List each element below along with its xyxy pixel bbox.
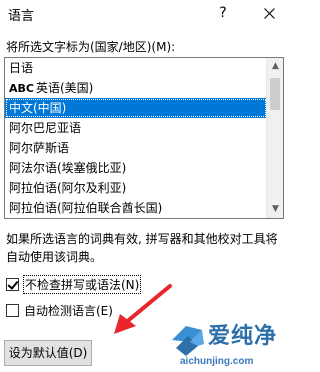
language-label: 英语(美国)	[35, 81, 94, 95]
set-default-button[interactable]: 设为默认值(D)	[4, 340, 92, 366]
listbox-scrollbar[interactable]: ▲ ▼	[266, 58, 283, 218]
no-spellcheck-checkbox[interactable]	[6, 278, 19, 291]
scroll-up-arrow-icon[interactable]: ▲	[267, 58, 283, 75]
language-list-item[interactable]: 阿尔萨斯语	[5, 138, 267, 158]
scroll-down-arrow-icon[interactable]: ▼	[267, 201, 283, 218]
watermark: 爱纯净 aichunjing.com	[168, 318, 287, 372]
language-listbox[interactable]: 日语 ABC 英语(美国) 中文(中国) 阿尔巴尼亚语 阿尔萨斯语阿法尔语(埃塞俄比亚) 阿…	[4, 57, 284, 219]
language-label: 阿法尔语(埃塞俄比亚)	[9, 161, 127, 175]
watermark-logo-icon	[172, 326, 204, 356]
language-list-item[interactable]: 阿拉伯语(阿拉伯联合酋长国)	[5, 198, 267, 218]
watermark-url: aichunjing.com	[180, 356, 254, 367]
language-list-item[interactable]: ABC 英语(美国)	[5, 78, 267, 98]
red-arrow-annotation-icon	[114, 284, 172, 334]
language-label: 中文(中国)	[9, 101, 67, 115]
language-list-item[interactable]: 日语	[5, 58, 267, 78]
auto-detect-checkbox[interactable]	[6, 304, 19, 317]
language-label: 阿拉伯语(阿尔及利亚)	[9, 181, 127, 195]
language-prompt-label: 将所选文字标为(国家/地区)(M):	[6, 40, 176, 54]
language-list-item[interactable]: 阿尔巴尼亚语	[5, 118, 267, 138]
language-label: 日语	[9, 61, 34, 75]
spellcheck-icon: ABC	[9, 82, 34, 95]
language-list-item[interactable]: 中文(中国)	[5, 98, 267, 118]
watermark-text: 爱纯净	[208, 324, 278, 349]
language-list: 日语 ABC 英语(美国) 中文(中国) 阿尔巴尼亚语 阿尔萨斯语阿法尔语(埃塞俄比亚) 阿…	[5, 58, 267, 218]
title-bar: 语言 ?	[0, 0, 287, 28]
language-label: 阿尔巴尼亚语	[9, 121, 82, 135]
language-label: 阿尔萨斯语	[9, 141, 70, 155]
close-icon	[263, 8, 275, 19]
language-label: 阿拉伯语(阿拉伯联合酋长国)	[9, 201, 163, 215]
language-list-item[interactable]: 阿拉伯语(阿尔及利亚)	[5, 178, 267, 198]
window-title: 语言	[8, 9, 35, 24]
dictionary-note: 如果所选语言的词典有效, 拼写器和其他校对工具将自动使用该词典。	[6, 232, 278, 264]
auto-detect-label[interactable]: 自动检测语言(E)	[24, 302, 113, 319]
help-button[interactable]: ?	[210, 2, 236, 24]
language-list-item[interactable]: 阿法尔语(埃塞俄比亚)	[5, 158, 267, 178]
scroll-thumb[interactable]	[270, 78, 280, 110]
auto-detect-option[interactable]: 自动检测语言(E)	[6, 302, 113, 319]
close-button[interactable]	[255, 2, 283, 24]
